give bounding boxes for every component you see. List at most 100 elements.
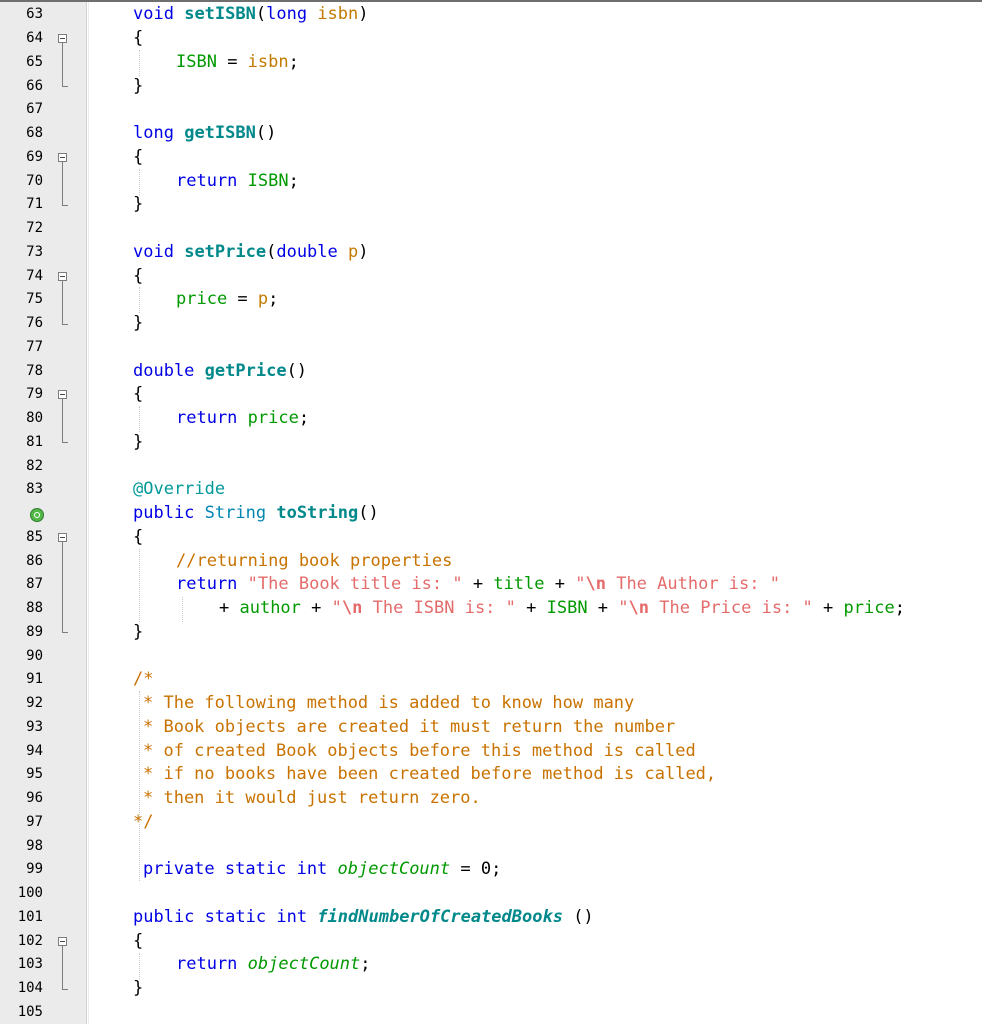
- code-editor[interactable]: 63 64 65 66 67 68 69 70 71 72 73 74 75 7…: [0, 0, 982, 1024]
- code-line[interactable]: ISBN = isbn;: [176, 51, 299, 73]
- code-line[interactable]: {: [133, 930, 143, 952]
- line-number: 93: [26, 719, 43, 735]
- keyword: return: [176, 574, 238, 594]
- line-number: 86: [26, 553, 43, 569]
- string-literal: The Price is: ": [649, 598, 813, 618]
- annotation: @Override: [133, 479, 226, 499]
- code-line[interactable]: }: [133, 621, 143, 643]
- fold-minus-icon[interactable]: [58, 937, 67, 946]
- semicolon: ;: [288, 171, 299, 191]
- code-line[interactable]: * if no books have been created before m…: [143, 763, 716, 785]
- semicolon: ;: [288, 52, 299, 72]
- code-line[interactable]: long getISBN(): [133, 122, 276, 144]
- code-line[interactable]: }: [133, 312, 143, 334]
- semicolon: ;: [298, 408, 310, 428]
- block-comment: /*: [133, 669, 154, 689]
- code-line[interactable]: return objectCount;: [176, 953, 371, 975]
- string-literal: ": [331, 598, 342, 618]
- line-number: 99: [26, 861, 43, 877]
- keyword: int: [296, 859, 328, 879]
- code-line[interactable]: }: [133, 431, 143, 453]
- fold-line: [62, 946, 63, 989]
- method-name: setPrice: [184, 242, 267, 262]
- line-number: 102: [17, 933, 43, 949]
- code-line[interactable]: {: [133, 27, 143, 49]
- escape-sequence: \n: [585, 574, 606, 594]
- escape-sequence: \n: [628, 598, 650, 618]
- code-line[interactable]: public String toString(): [133, 502, 379, 524]
- brace: }: [133, 313, 144, 333]
- keyword: void: [133, 4, 174, 24]
- line-number: 68: [26, 125, 43, 141]
- fold-minus-icon[interactable]: [58, 153, 67, 162]
- line-number: 81: [26, 434, 43, 450]
- code-line[interactable]: {: [133, 383, 143, 405]
- field: ISBN: [247, 171, 289, 191]
- parameter: isbn: [247, 52, 289, 72]
- code-line[interactable]: * then it would just return zero.: [143, 787, 481, 809]
- code-line[interactable]: * of created Book objects before this me…: [143, 740, 696, 762]
- operator: +: [544, 574, 576, 594]
- code-line[interactable]: //returning book properties: [176, 550, 452, 572]
- semicolon: ;: [491, 859, 502, 879]
- code-line[interactable]: @Override: [133, 478, 225, 500]
- code-line[interactable]: void setPrice(double p): [133, 241, 369, 263]
- field: price: [176, 289, 228, 309]
- code-line[interactable]: * Book objects are created it must retur…: [143, 716, 675, 738]
- code-line[interactable]: return price;: [176, 407, 309, 429]
- code-line[interactable]: */: [133, 811, 153, 833]
- code-line[interactable]: + author + "\n The ISBN is: " + ISBN + "…: [219, 597, 905, 619]
- code-line[interactable]: private static int objectCount = 0;: [143, 858, 501, 880]
- line-number: 67: [26, 101, 43, 117]
- indent-guide: [139, 406, 140, 432]
- code-line[interactable]: * The following method is added to know …: [143, 692, 634, 714]
- code-line[interactable]: {: [133, 526, 143, 548]
- line-number: 96: [26, 790, 43, 806]
- operator: +: [300, 598, 332, 618]
- code-line[interactable]: {: [133, 146, 143, 168]
- field: price: [247, 408, 299, 428]
- line-number: 88: [26, 600, 43, 616]
- code-line[interactable]: }: [133, 193, 143, 215]
- line-number: 94: [26, 743, 43, 759]
- keyword: static: [204, 907, 267, 927]
- brace: {: [133, 147, 144, 167]
- code-line[interactable]: price = p;: [176, 288, 278, 310]
- fold-end: [62, 205, 68, 206]
- type-name: String: [204, 503, 267, 523]
- fold-end: [62, 86, 68, 87]
- code-line[interactable]: return "The Book title is: " + title + "…: [176, 573, 780, 595]
- line-number: 63: [26, 6, 43, 22]
- line-number: 83: [26, 481, 43, 497]
- code-line[interactable]: {: [133, 265, 143, 287]
- code-line[interactable]: }: [133, 977, 143, 999]
- fold-line: [62, 43, 63, 86]
- line-number: 69: [26, 149, 43, 165]
- keyword: return: [176, 954, 238, 974]
- indent-guide: [139, 549, 140, 622]
- string-literal: The ISBN is: ": [362, 598, 516, 618]
- fold-minus-icon[interactable]: [58, 34, 67, 43]
- code-line[interactable]: public static int findNumberOfCreatedBoo…: [133, 906, 594, 928]
- brace: {: [133, 28, 144, 48]
- code-line[interactable]: /*: [133, 668, 153, 690]
- override-marker-icon[interactable]: [30, 508, 44, 522]
- method-name: toString: [276, 503, 359, 523]
- line-number: 95: [26, 766, 43, 782]
- fold-minus-icon[interactable]: [58, 533, 67, 542]
- fold-minus-icon[interactable]: [58, 272, 67, 281]
- code-line[interactable]: }: [133, 75, 143, 97]
- fold-minus-icon[interactable]: [58, 390, 67, 399]
- block-comment: * of created Book objects before this me…: [143, 741, 696, 761]
- field: price: [843, 598, 895, 618]
- fold-line: [62, 399, 63, 442]
- code-line[interactable]: void setISBN(long isbn): [133, 3, 369, 25]
- editor-top-border: [0, 0, 982, 2]
- indent-guide: [182, 597, 183, 622]
- method-name: getISBN: [184, 123, 256, 143]
- code-line[interactable]: double getPrice(): [133, 360, 307, 382]
- paren: ): [358, 242, 369, 262]
- line-number: 98: [26, 838, 43, 854]
- code-line[interactable]: return ISBN;: [176, 170, 299, 192]
- line-number: 103: [17, 956, 43, 972]
